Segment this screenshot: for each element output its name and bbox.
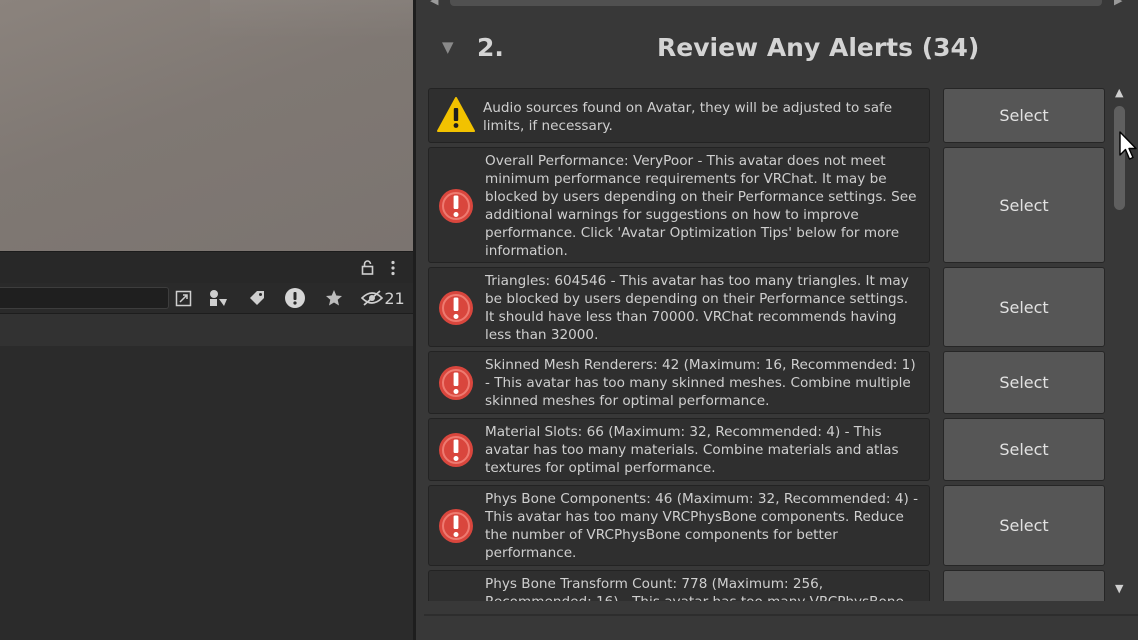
alert-text: Phys Bone Transform Count: 778 (Maximum:… <box>485 576 904 601</box>
left-panel-header <box>0 251 413 284</box>
scroll-right-arrow-icon[interactable]: ▶ <box>1114 0 1122 7</box>
alert-row: Phys Bone Transform Count: 778 (Maximum:… <box>428 570 1108 601</box>
select-button[interactable]: Select <box>943 147 1105 263</box>
alert-row: Audio sources found on Avatar, they will… <box>428 88 1108 143</box>
scroll-up-arrow-icon[interactable]: ▲ <box>1115 86 1123 99</box>
scroll-down-arrow-icon[interactable]: ▼ <box>1115 582 1123 595</box>
alert-row: Material Slots: 66 (Maximum: 32, Recomme… <box>428 418 1108 481</box>
select-button[interactable]: Select <box>943 418 1105 481</box>
search-input[interactable] <box>0 287 169 309</box>
hidden-count: 21 <box>384 288 405 308</box>
alert-text: Phys Bone Components: 46 (Maximum: 32, R… <box>485 491 919 561</box>
select-button[interactable]: Select <box>943 351 1105 414</box>
horizontal-scrollbar-thumb[interactable] <box>450 0 1102 6</box>
select-button[interactable]: Select <box>943 570 1105 601</box>
alert-text: Skinned Mesh Renderers: 42 (Maximum: 16,… <box>485 357 916 409</box>
left-panel-toolbar: 21 <box>0 283 413 314</box>
mouse-cursor-icon <box>1119 131 1137 160</box>
error-icon <box>439 433 473 467</box>
kebab-menu-icon[interactable] <box>390 260 396 276</box>
select-button[interactable]: Select <box>943 88 1105 143</box>
error-filter-icon[interactable] <box>282 286 308 310</box>
alert-message-box: Phys Bone Transform Count: 778 (Maximum:… <box>428 570 930 601</box>
select-button[interactable]: Select <box>943 267 1105 347</box>
alert-text: Overall Performance: VeryPoor - This ava… <box>485 153 917 259</box>
alert-text: Audio sources found on Avatar, they will… <box>483 100 893 134</box>
hidden-objects-toggle[interactable]: 21 <box>360 286 406 310</box>
error-icon <box>439 366 473 400</box>
vertical-scrollbar[interactable]: ▲ ▼ <box>1113 86 1127 601</box>
alert-message-box: Skinned Mesh Renderers: 42 (Maximum: 16,… <box>428 351 930 414</box>
star-icon[interactable] <box>322 286 346 310</box>
left-panel-subheader <box>0 314 413 347</box>
component-filter-icon[interactable] <box>206 286 230 310</box>
section-separator <box>424 614 1138 616</box>
error-icon <box>439 509 473 543</box>
error-icon <box>439 291 473 325</box>
alert-message-box: Material Slots: 66 (Maximum: 32, Recomme… <box>428 418 930 481</box>
alert-message-box: Triangles: 604546 - This avatar has too … <box>428 267 930 347</box>
error-icon <box>439 189 473 223</box>
section-title: Review Any Alerts (34) <box>657 33 980 62</box>
alert-text: Triangles: 604546 - This avatar has too … <box>485 273 909 343</box>
alert-message-box: Audio sources found on Avatar, they will… <box>428 88 930 143</box>
select-button[interactable]: Select <box>943 485 1105 566</box>
scene-picker-icon[interactable] <box>172 286 194 310</box>
left-panel-content <box>0 346 413 640</box>
alert-row: Skinned Mesh Renderers: 42 (Maximum: 16,… <box>428 351 1108 414</box>
sdk-builder-panel: ◀ ▶ ▼ 2. Review Any Alerts (34) Audio so… <box>416 0 1138 640</box>
alert-row: Triangles: 604546 - This avatar has too … <box>428 267 1108 347</box>
alert-row: Overall Performance: VeryPoor - This ava… <box>428 147 1108 263</box>
lock-icon[interactable] <box>361 260 374 275</box>
alert-text: Material Slots: 66 (Maximum: 32, Recomme… <box>485 424 899 476</box>
alert-message-box: Overall Performance: VeryPoor - This ava… <box>428 147 930 263</box>
scene-view[interactable] <box>0 0 420 251</box>
warning-icon <box>437 97 475 132</box>
alert-row: Phys Bone Components: 46 (Maximum: 32, R… <box>428 485 1108 566</box>
label-icon[interactable] <box>245 286 269 310</box>
section-number: 2. <box>477 33 504 62</box>
scroll-left-arrow-icon[interactable]: ◀ <box>430 0 438 7</box>
alert-message-box: Phys Bone Components: 46 (Maximum: 32, R… <box>428 485 930 566</box>
eye-slash-icon <box>361 290 384 306</box>
collapse-caret-icon[interactable]: ▼ <box>442 38 454 56</box>
alerts-list[interactable]: Audio sources found on Avatar, they will… <box>428 86 1108 601</box>
